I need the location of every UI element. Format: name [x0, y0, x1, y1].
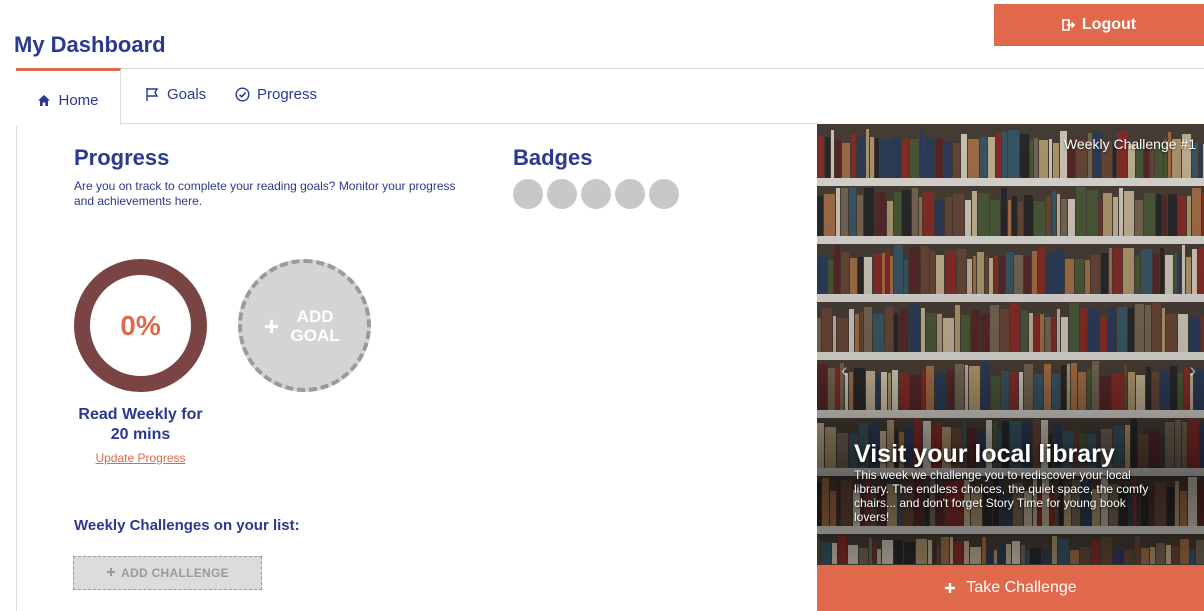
flag-icon [145, 87, 160, 102]
tab-progress[interactable]: Progress [235, 66, 317, 122]
plus-icon: + [263, 310, 280, 341]
tab-goals[interactable]: Goals [145, 66, 206, 122]
add-goal-label: ADD GOAL [290, 306, 340, 345]
badge-list [513, 179, 679, 209]
badge-placeholder [649, 179, 679, 209]
progress-description: Are you on track to complete your readin… [74, 179, 456, 208]
add-challenge-button[interactable]: ADD CHALLENGE [73, 556, 262, 590]
logout-button[interactable]: Logout [994, 4, 1204, 46]
challenge-title: Visit your local library [854, 440, 1115, 468]
tab-goals-label: Goals [167, 85, 207, 103]
check-circle-icon [235, 86, 250, 102]
logout-icon [1062, 18, 1076, 32]
goal-percent: 0% [120, 309, 161, 341]
plus-icon [106, 566, 116, 580]
progress-heading: Progress [74, 145, 170, 170]
add-goal-button[interactable]: + ADD GOAL [238, 259, 371, 392]
weekly-challenges-heading: Weekly Challenges on your list: [74, 517, 300, 534]
badge-placeholder [547, 179, 577, 209]
badge-placeholder [513, 179, 543, 209]
add-challenge-label: ADD CHALLENGE [121, 566, 229, 580]
challenge-number: Weekly Challenge #1 [1063, 136, 1196, 152]
take-challenge-button[interactable]: Take Challenge [817, 565, 1204, 611]
goal-progress-ring[interactable]: 0% [74, 259, 207, 392]
goal-name: Read Weekly for 20 mins [78, 406, 203, 443]
take-challenge-label: Take Challenge [966, 579, 1077, 596]
badge-placeholder [615, 179, 645, 209]
badge-placeholder [581, 179, 611, 209]
weekly-challenge-carousel: Weekly Challenge #1 ‹ › Visit your local… [817, 124, 1204, 611]
update-progress-link[interactable]: Update Progress [74, 451, 207, 465]
tab-home[interactable]: Home [16, 68, 121, 125]
tab-progress-label: Progress [257, 85, 318, 103]
carousel-next-icon[interactable]: › [1189, 360, 1196, 383]
challenge-description: This week we challenge you to rediscover… [854, 468, 1149, 524]
carousel-prev-icon[interactable]: ‹ [841, 360, 848, 383]
tab-bar: Home Goals Progress [16, 66, 818, 125]
badges-heading: Badges [513, 145, 593, 170]
plus-icon [944, 578, 956, 598]
home-icon [37, 94, 51, 107]
tab-home-label: Home [58, 91, 99, 109]
page-title: My Dashboard [14, 32, 166, 57]
logout-label: Logout [1081, 16, 1137, 33]
